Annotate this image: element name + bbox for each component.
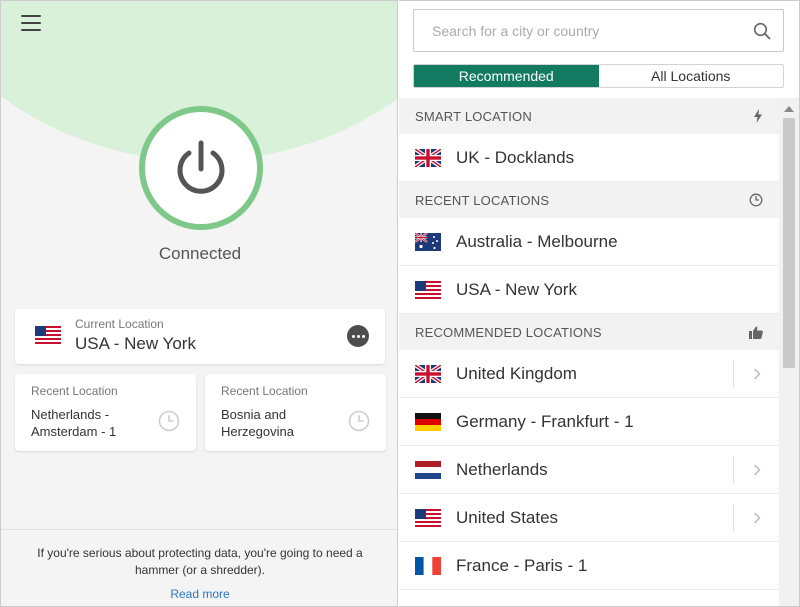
recent-location-value: Bosnia and Herzegovina [221, 407, 294, 439]
power-icon [177, 140, 225, 194]
location-name: Netherlands [456, 459, 548, 479]
chevron-right-icon [753, 512, 761, 524]
location-name: Australia - Melbourne [456, 231, 618, 251]
location-row[interactable]: Netherlands [399, 446, 779, 494]
clock-icon [158, 410, 180, 432]
location-name: USA - New York [456, 279, 577, 299]
section-header-recommended-locations: RECOMMENDED LOCATIONS [399, 314, 779, 350]
connection-panel: Connected Current Location USA - New Yor… [0, 0, 398, 607]
location-picker-panel: Recommended All Locations SMART LOCATION [399, 0, 800, 607]
us-flag-icon [415, 280, 441, 299]
recent-location-card[interactable]: Recent Location Netherlands - Amsterdam … [15, 374, 196, 451]
search-icon[interactable] [753, 22, 771, 40]
location-name: UK - Docklands [456, 147, 575, 167]
scroll-thumb[interactable] [783, 118, 795, 368]
us-flag-icon [35, 326, 61, 349]
current-location-label: Current Location [75, 317, 164, 331]
section-title: SMART LOCATION [415, 108, 532, 124]
section-header-smart-location: SMART LOCATION [399, 98, 779, 134]
chevron-right-icon [753, 464, 761, 476]
recent-location-value: Netherlands - Amsterdam - 1 [31, 407, 117, 439]
de-flag-icon [415, 412, 441, 431]
section-header-recent-locations: RECENT LOCATIONS [399, 182, 779, 218]
tab-all-locations[interactable]: All Locations [598, 65, 783, 87]
location-row[interactable]: United Kingdom [399, 350, 779, 398]
power-button[interactable] [139, 106, 263, 230]
location-name: France - Paris - 1 [456, 555, 588, 575]
location-row[interactable]: USA - New York [399, 266, 779, 314]
nl-flag-icon [415, 460, 441, 479]
location-tabs: Recommended All Locations [413, 64, 784, 88]
location-row[interactable]: United States [399, 494, 779, 542]
clock-icon [348, 410, 370, 432]
section-title: RECENT LOCATIONS [415, 192, 550, 208]
location-list-scrollbar[interactable] [779, 98, 799, 606]
location-row[interactable]: Australia - Melbourne [399, 218, 779, 266]
location-row[interactable]: Germany - Frankfurt - 1 [399, 398, 779, 446]
expand-chevron-button[interactable] [733, 504, 779, 532]
fr-flag-icon [415, 556, 441, 575]
uk-flag-icon [415, 364, 441, 383]
expand-chevron-button[interactable] [733, 360, 779, 388]
location-name: United Kingdom [456, 363, 577, 383]
connection-status: Connected [158, 244, 242, 263]
recent-location-label: Recent Location [221, 384, 308, 398]
more-options-icon[interactable] [347, 325, 369, 347]
recent-location-label: Recent Location [31, 384, 118, 398]
search-input[interactable] [414, 10, 744, 51]
bolt-icon [754, 109, 762, 123]
tab-recommended[interactable]: Recommended [414, 65, 599, 87]
recent-location-card[interactable]: Recent Location Bosnia and Herzegovina [205, 374, 386, 451]
current-location-value: USA - New York [75, 334, 196, 353]
location-name: United States [456, 507, 559, 527]
location-name: Germany - Frankfurt - 1 [456, 411, 634, 431]
read-more-link[interactable]: Read more [1, 587, 397, 601]
clock-icon [749, 193, 763, 207]
search-box [413, 9, 784, 52]
chevron-right-icon [753, 368, 761, 380]
location-list: SMART LOCATION UK - Docklands RECENT LOC… [399, 98, 779, 590]
thumbs-up-icon [749, 326, 763, 339]
uk-flag-icon [415, 148, 441, 167]
location-row[interactable]: UK - Docklands [399, 134, 779, 182]
scroll-up-arrow-icon[interactable] [784, 106, 794, 112]
promo-banner: If you're serious about protecting data,… [1, 529, 397, 606]
current-location-card[interactable]: Current Location USA - New York [15, 309, 385, 364]
hamburger-menu-icon[interactable] [21, 15, 41, 31]
expand-chevron-button[interactable] [733, 456, 779, 484]
au-flag-icon [415, 232, 441, 251]
location-row[interactable]: France - Paris - 1 [399, 542, 779, 590]
promo-text: If you're serious about protecting data,… [37, 546, 363, 577]
us-flag-icon [415, 508, 441, 527]
section-title: RECOMMENDED LOCATIONS [415, 324, 602, 340]
